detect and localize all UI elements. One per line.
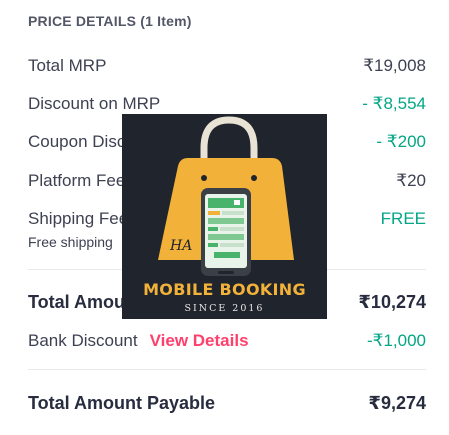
bank-discount-label-group: Bank Discount View Details [28, 331, 249, 351]
row-value: ₹20 [396, 171, 426, 190]
bank-discount-row: Bank Discount View Details -₹1,000 [28, 331, 426, 355]
bank-discount-label: Bank Discount [28, 331, 138, 350]
view-details-link[interactable]: View Details [150, 331, 249, 350]
row-label: Discount on MRP [28, 94, 161, 113]
price-details-header: PRICE DETAILS (1 Item) [28, 13, 192, 29]
monogram: HA [170, 238, 193, 254]
total-payable-value: ₹9,274 [368, 393, 426, 413]
row-value: - ₹200 [376, 132, 426, 151]
divider [28, 369, 426, 370]
logo-title: MOBILE BOOKING [143, 280, 306, 299]
row-label: Platform Fee [28, 171, 126, 190]
free-shipping-note: Free shipping [28, 234, 113, 250]
total-mrp-row: Total MRP ₹19,008 [28, 56, 426, 80]
total-amount-value: ₹10,274 [358, 292, 426, 312]
row-value: ₹19,008 [363, 56, 426, 75]
row-value: - ₹8,554 [362, 94, 426, 113]
row-label: Total MRP [28, 56, 107, 75]
total-payable-row: Total Amount Payable ₹9,274 [28, 393, 426, 417]
total-payable-label: Total Amount Payable [28, 393, 216, 413]
logo-subtitle: SINCE 2016 [184, 303, 265, 314]
bank-discount-value: -₹1,000 [366, 331, 426, 350]
row-value: FREE [380, 209, 426, 228]
mobile-booking-logo-overlay: HA MOBILE BOOKING SINCE 2016 [122, 114, 327, 319]
row-label: Shipping Fee [28, 209, 129, 228]
